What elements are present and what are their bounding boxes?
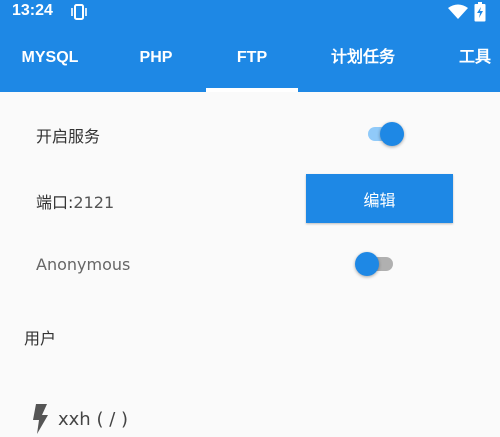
edit-button[interactable]: 编辑	[306, 174, 453, 223]
service-switch-thumb	[380, 122, 404, 146]
anonymous-switch-thumb	[355, 252, 379, 276]
port-label: 端口:	[36, 193, 74, 212]
port-row: 端口:2121	[36, 189, 114, 213]
tab-php[interactable]: PHP	[106, 24, 206, 92]
port-value: 2121	[73, 193, 115, 212]
status-bar: 13:24	[0, 0, 500, 24]
tab-indicator	[206, 88, 298, 92]
tab-ftp[interactable]: FTP	[206, 24, 298, 92]
tab-bar: MYSQL PHP FTP 计划任务 工具	[0, 24, 500, 92]
vibrate-icon	[71, 4, 87, 20]
tab-tools[interactable]: 工具	[440, 24, 500, 92]
user-entry-text: xxh ( / )	[58, 409, 128, 430]
bolt-icon	[33, 404, 48, 434]
tab-scheduled-tasks[interactable]: 计划任务	[305, 24, 421, 92]
battery-charging-icon	[474, 2, 486, 22]
anonymous-switch[interactable]	[355, 250, 395, 276]
users-section-title: 用户	[24, 329, 57, 348]
anonymous-label: Anonymous	[36, 255, 131, 274]
status-time: 13:24	[12, 2, 53, 19]
user-path: ( / )	[96, 409, 129, 430]
service-label: 开启服务	[36, 127, 101, 146]
tab-mysql[interactable]: MYSQL	[0, 24, 100, 92]
wifi-icon	[448, 4, 468, 19]
service-switch[interactable]	[366, 120, 406, 146]
user-name: xxh	[58, 409, 91, 430]
